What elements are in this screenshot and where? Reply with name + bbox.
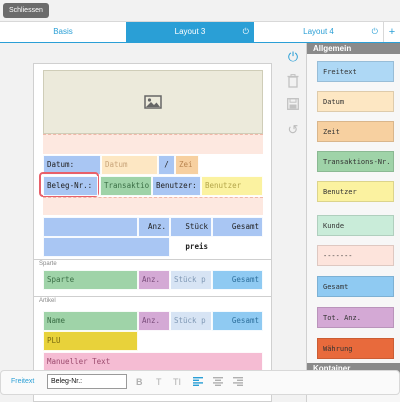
- element-palette: Allgemein Freitext Datum Zeit Transaktio…: [306, 43, 400, 402]
- palette-item-waehrung[interactable]: Währung: [317, 338, 394, 359]
- stueck-header[interactable]: Stück: [170, 217, 212, 237]
- section-divider: [34, 259, 271, 260]
- align-center-glyph: [213, 377, 223, 386]
- manueller-text-field[interactable]: Manueller Text: [43, 352, 263, 372]
- receipt-paper[interactable]: Datum: Datum / Zei Beleg-Nr.: Transaktio…: [33, 63, 272, 402]
- anz-header[interactable]: Anz.: [138, 217, 170, 237]
- font-size-small-button[interactable]: T: [156, 377, 162, 387]
- tool-column: ⏻ ↺: [280, 43, 306, 402]
- palette-item-transaktions-nr[interactable]: Transaktions-Nr.: [317, 151, 394, 172]
- align-right-icon[interactable]: [233, 377, 243, 388]
- zeit-field[interactable]: Zei: [175, 155, 199, 175]
- bold-button[interactable]: B: [136, 377, 143, 387]
- undo-icon[interactable]: ↺: [285, 122, 301, 138]
- palette-item-datum[interactable]: Datum: [317, 91, 394, 112]
- field-type-label: Freitext: [11, 378, 35, 385]
- font-size-large-button[interactable]: TI: [173, 377, 181, 387]
- logo-image-placeholder[interactable]: [43, 70, 263, 134]
- slash-label[interactable]: /: [158, 155, 175, 175]
- sparte-anz-field[interactable]: Anz.: [138, 270, 170, 290]
- sparte-field[interactable]: Sparte: [43, 270, 138, 290]
- power-icon[interactable]: ⏻: [372, 22, 378, 42]
- preis-header[interactable]: preis: [170, 237, 212, 257]
- sparte-section-title: Sparte: [39, 261, 57, 267]
- transaktion-field[interactable]: Transaktio: [100, 176, 152, 196]
- tab-layout-3[interactable]: Layout 3 ⏻: [126, 22, 254, 42]
- palette-item-separator[interactable]: -------: [317, 245, 394, 266]
- power-icon[interactable]: ⏻: [285, 49, 301, 65]
- align-center-icon[interactable]: [213, 377, 223, 388]
- save-glyph: [287, 98, 299, 110]
- text-format-toolbar: Freitext Beleg-Nr.: B T TI: [0, 370, 400, 395]
- plu-field[interactable]: PLU: [43, 331, 138, 351]
- save-icon[interactable]: [285, 98, 301, 114]
- close-button[interactable]: Schliessen: [3, 3, 49, 18]
- header-spacer[interactable]: [43, 237, 170, 257]
- datum-field[interactable]: Datum: [101, 155, 158, 175]
- palette-item-gesamt[interactable]: Gesamt: [317, 276, 394, 297]
- layout-tabs: Basis Layout 3 ⏻ Layout 4 ⏻ +: [0, 22, 400, 43]
- artikel-anz-field[interactable]: Anz.: [138, 311, 170, 331]
- layout-canvas: Datum: Datum / Zei Beleg-Nr.: Transaktio…: [0, 43, 280, 402]
- trash-glyph: [287, 74, 299, 88]
- tab-layout-4[interactable]: Layout 4 ⏻: [254, 22, 383, 42]
- align-right-glyph: [233, 377, 243, 386]
- align-left-glyph: [193, 377, 203, 386]
- align-left-icon[interactable]: [193, 377, 203, 388]
- separator-line[interactable]: [43, 197, 263, 215]
- sparte-gesamt-field[interactable]: Gesamt: [212, 270, 263, 290]
- section-divider: [34, 296, 271, 297]
- sparte-stueckpreis-field[interactable]: Stück p: [170, 270, 212, 290]
- benutzer-label[interactable]: Benutzer:: [152, 176, 201, 196]
- tab-label: Layout 3: [174, 27, 206, 36]
- allgemein-header: Allgemein: [307, 43, 400, 54]
- tab-basis[interactable]: Basis: [0, 22, 126, 42]
- palette-item-benutzer[interactable]: Benutzer: [317, 181, 394, 202]
- palette-item-freitext[interactable]: Freitext: [317, 61, 394, 82]
- text-input[interactable]: Beleg-Nr.:: [47, 374, 127, 389]
- artikel-gesamt-field[interactable]: Gesamt: [212, 311, 263, 331]
- power-icon[interactable]: ⏻: [243, 22, 249, 42]
- separator-line[interactable]: [43, 134, 263, 154]
- gesamt-header[interactable]: Gesamt: [212, 217, 263, 237]
- trash-icon[interactable]: [285, 74, 301, 90]
- palette-item-kunde[interactable]: Kunde: [317, 215, 394, 236]
- palette-item-tot-anz[interactable]: Tot. Anz.: [317, 307, 394, 328]
- palette-item-zeit[interactable]: Zeit: [317, 121, 394, 142]
- beleg-label[interactable]: Beleg-Nr.:: [43, 176, 98, 196]
- artikel-section-title: Artikel: [39, 298, 56, 304]
- name-field[interactable]: Name: [43, 311, 138, 331]
- top-bar: Schliessen: [0, 0, 400, 22]
- add-tab-button[interactable]: +: [383, 22, 400, 42]
- header-spacer[interactable]: [43, 217, 138, 237]
- image-icon: [144, 95, 162, 109]
- artikel-stueckpreis-field[interactable]: Stück p: [170, 311, 212, 331]
- benutzer-field[interactable]: Benutzer: [201, 176, 263, 196]
- tab-label: Layout 4: [303, 27, 334, 36]
